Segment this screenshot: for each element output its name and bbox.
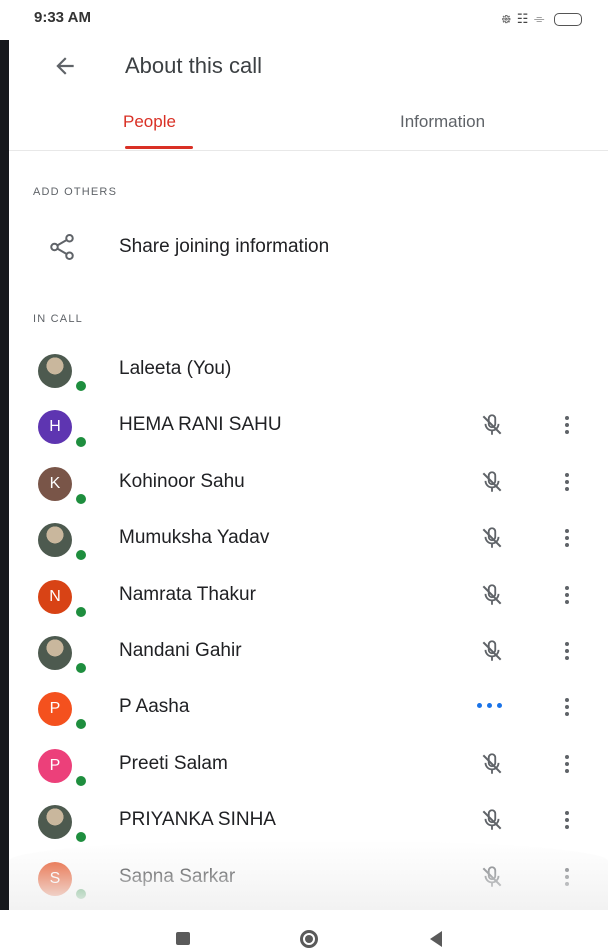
- more-options-button[interactable]: [561, 524, 573, 552]
- status-bar: 9:33 AM ᪥ ☷ ⌯: [0, 0, 608, 36]
- avatar: N: [38, 580, 72, 614]
- bottom-fade: [9, 840, 608, 910]
- more-options-button[interactable]: [561, 750, 573, 778]
- share-joining-info-button[interactable]: Share joining information: [9, 220, 608, 276]
- participant-name: P Aasha: [119, 696, 190, 717]
- online-indicator: [74, 717, 88, 731]
- status-icons: ᪥ ☷ ⌯: [501, 9, 582, 30]
- signal-wifi-icons: ᪥ ☷ ⌯: [501, 11, 546, 26]
- mic-off-icon: [482, 584, 502, 605]
- more-options-button[interactable]: [561, 806, 573, 834]
- add-others-label: ADD OTHERS: [33, 186, 118, 198]
- avatar: [38, 354, 72, 388]
- participant-row[interactable]: N Namrata Thakur: [9, 567, 608, 623]
- mic-off-icon: [482, 809, 502, 830]
- online-indicator: [74, 379, 88, 393]
- mic-off-icon: [482, 753, 502, 774]
- mic-off-icon: [482, 640, 502, 661]
- participant-name: Laleeta (You): [119, 358, 232, 379]
- page-title: About this call: [125, 53, 262, 78]
- participant-row[interactable]: K Kohinoor Sahu: [9, 454, 608, 510]
- share-label: Share joining information: [119, 236, 330, 257]
- avatar: P: [38, 692, 72, 726]
- online-indicator: [74, 548, 88, 562]
- participant-name: Kohinoor Sahu: [119, 471, 245, 492]
- avatar: P: [38, 749, 72, 783]
- participant-name: Preeti Salam: [119, 753, 228, 774]
- participant-row[interactable]: H HEMA RANI SAHU: [9, 397, 608, 453]
- recents-button[interactable]: [176, 932, 190, 945]
- more-options-button[interactable]: [561, 693, 573, 721]
- participant-row[interactable]: Mumuksha Yadav: [9, 510, 608, 566]
- participant-name: Namrata Thakur: [119, 584, 256, 605]
- mic-off-icon: [482, 414, 502, 435]
- online-indicator: [74, 492, 88, 506]
- avatar: [38, 805, 72, 839]
- tab-bar: People Information: [9, 98, 608, 151]
- more-options-button[interactable]: [561, 468, 573, 496]
- online-indicator: [74, 605, 88, 619]
- more-options-button[interactable]: [561, 637, 573, 665]
- avatar: K: [38, 467, 72, 501]
- online-indicator: [74, 435, 88, 449]
- system-back-button[interactable]: [430, 931, 442, 947]
- battery-icon: [554, 13, 582, 27]
- online-indicator: [74, 661, 88, 675]
- back-button[interactable]: [49, 50, 81, 82]
- more-options-button[interactable]: [561, 411, 573, 439]
- tab-selected-indicator: [125, 146, 193, 149]
- online-indicator: [74, 830, 88, 844]
- participant-name: Mumuksha Yadav: [119, 527, 270, 548]
- participant-row[interactable]: Laleeta (You): [9, 341, 608, 397]
- system-nav-bar: [0, 910, 608, 949]
- online-indicator: [74, 774, 88, 788]
- participant-row[interactable]: P P Aasha: [9, 679, 608, 735]
- mic-off-icon: [482, 527, 502, 548]
- status-time: 9:33 AM: [34, 9, 91, 26]
- participant-name: Nandani Gahir: [119, 640, 242, 661]
- participant-row[interactable]: Nandani Gahir: [9, 623, 608, 679]
- tab-people[interactable]: People: [123, 112, 176, 132]
- participant-name: PRIYANKA SINHA: [119, 809, 276, 830]
- app-header: About this call: [9, 36, 608, 98]
- avatar: [38, 636, 72, 670]
- mic-off-icon: [482, 471, 502, 492]
- avatar: [38, 523, 72, 557]
- share-icon: [50, 234, 74, 260]
- more-options-button[interactable]: [561, 581, 573, 609]
- in-call-label: IN CALL: [33, 313, 83, 325]
- participant-name: HEMA RANI SAHU: [119, 414, 282, 435]
- speaking-indicator-icon: [477, 703, 502, 708]
- home-button[interactable]: [300, 930, 318, 948]
- left-edge: [0, 40, 9, 949]
- participant-row[interactable]: P Preeti Salam: [9, 736, 608, 792]
- arrow-left-icon: [56, 57, 74, 75]
- avatar: H: [38, 410, 72, 444]
- tab-information[interactable]: Information: [400, 112, 485, 132]
